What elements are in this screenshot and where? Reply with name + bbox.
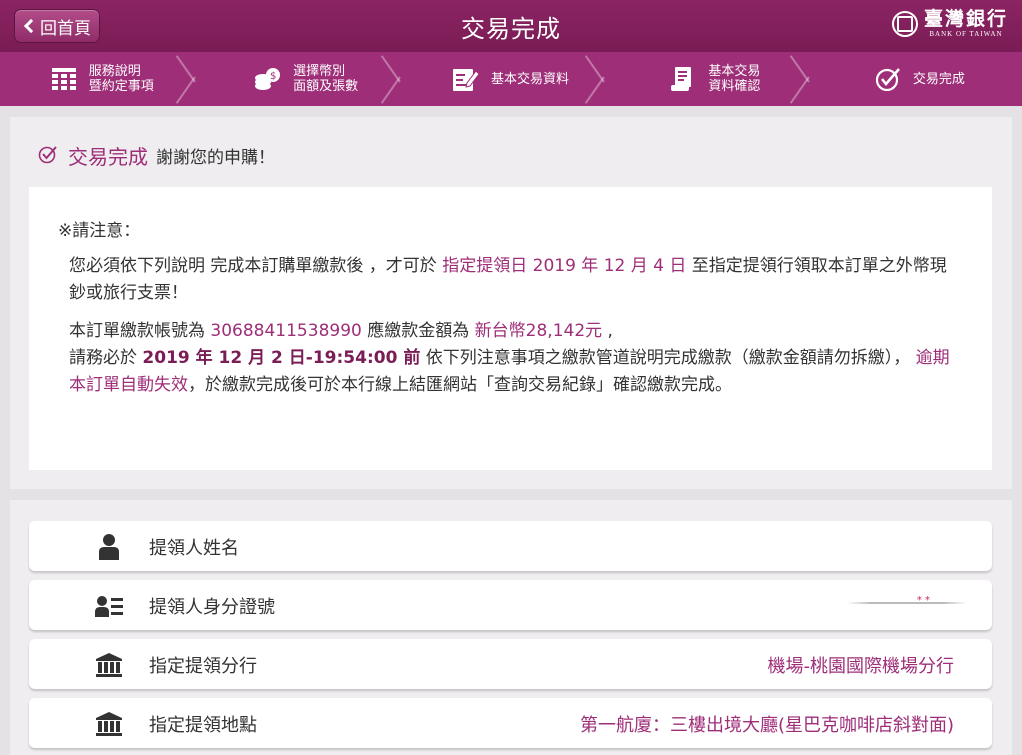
logo-text-cn: 臺灣銀行 <box>923 8 1008 30</box>
step-label-line1: 選擇幣別 <box>293 64 346 79</box>
detail-label: 提領人身分證號 <box>149 597 275 618</box>
page-title: 交易完成 <box>461 15 561 43</box>
svg-text:$: $ <box>270 71 276 82</box>
completion-title: 交易完成 <box>68 145 148 169</box>
step-label-line1: 服務說明 <box>88 64 141 79</box>
step-service-terms: 服務說明 暨約定事項 <box>0 52 204 106</box>
notice-text: , <box>602 321 613 341</box>
id-card-icon <box>95 593 123 619</box>
step-label-line1: 交易完成 <box>912 71 965 87</box>
bank-seal-icon <box>891 11 918 37</box>
notice-text: 應繳款金額為 <box>361 321 475 341</box>
detail-row-id: 提領人身分證號 * * <box>29 580 992 630</box>
progress-steps: 服務說明 暨約定事項 $ 選擇幣別 面額及張數 基本交易資料 基本交易 資料確認… <box>0 52 1022 106</box>
detail-label: 指定提領分行 <box>149 656 257 677</box>
step-select-currency: $ 選擇幣別 面額及張數 <box>204 52 408 106</box>
form-edit-icon <box>453 67 479 91</box>
notice-text: 本訂單繳款帳號為 <box>69 321 211 341</box>
pickup-date: 指定提領日 2019 年 12 月 4 日 <box>442 256 687 276</box>
step-label-line2: 面額及張數 <box>293 79 359 94</box>
step-complete: 交易完成 <box>818 52 1022 106</box>
payment-account: 30688411538990 <box>210 321 362 341</box>
detail-value: 機場-桃園國際機場分行 <box>767 656 955 677</box>
bank-icon <box>95 711 123 737</box>
check-circle-icon <box>38 144 60 168</box>
header-bar: 回首頁 交易完成 臺灣銀行 BANK OF TAIWAN <box>0 0 1022 52</box>
bank-logo: 臺灣銀行 BANK OF TAIWAN <box>891 8 1008 38</box>
detail-row-branch: 指定提領分行 機場-桃園國際機場分行 <box>29 639 992 689</box>
notice-paragraph-payment: 本訂單繳款帳號為 30688411538990 應繳款金額為 新台幣28,142… <box>69 318 959 399</box>
completion-thanks: 謝謝您的申購！ <box>156 148 275 168</box>
masked-marker: * * <box>916 595 930 606</box>
details-panel: 提領人姓名 提領人身分證號 * * 指定提領分行 機場-桃園國際機場分行 指定提… <box>10 500 1012 755</box>
payment-amount: 新台幣28,142元 <box>474 321 603 341</box>
coins-icon: $ <box>255 67 281 91</box>
completion-heading: 交易完成 謝謝您的申購！ <box>38 141 275 170</box>
step-label-line2: 暨約定事項 <box>88 79 154 94</box>
notice-box: ※請注意： 您必須依下列說明 完成本訂購單繳款後 ，才可於 指定提領日 2019… <box>29 187 992 470</box>
step-label-line1: 基本交易 <box>708 64 761 79</box>
step-label-line2: 資料確認 <box>708 79 761 94</box>
notice-text: ，於繳款完成後可於本行線上結匯網站「查詢交易紀錄」確認繳款完成。 <box>188 375 732 395</box>
detail-row-location: 指定提領地點 第一航廈：三樓出境大廳(星巴克咖啡店斜對面) <box>29 698 992 748</box>
payment-deadline: 2019 年 12 月 2 日-19:54:00 前 <box>142 348 421 368</box>
grid-icon <box>51 67 77 91</box>
document-confirm-icon <box>670 67 696 91</box>
detail-label: 提領人姓名 <box>149 538 239 559</box>
check-circle-icon <box>875 67 901 91</box>
person-icon <box>95 534 123 560</box>
notice-text: 您必須依下列說明 完成本訂購單繳款後 ，才可於 <box>69 256 443 276</box>
detail-value: 第一航廈：三樓出境大廳(星巴克咖啡店斜對面) <box>579 715 954 736</box>
bank-icon <box>95 652 123 678</box>
completion-panel: 交易完成 謝謝您的申購！ ※請注意： 您必須依下列說明 完成本訂購單繳款後 ，才… <box>10 117 1012 489</box>
detail-row-name: 提領人姓名 <box>29 521 992 571</box>
detail-label: 指定提領地點 <box>149 715 257 736</box>
logo-text-en: BANK OF TAIWAN <box>929 30 1003 38</box>
masked-value-line <box>847 602 967 604</box>
step-basic-data: 基本交易資料 <box>409 52 613 106</box>
notice-text: 依下列注意事項之繳款管道說明完成繳款（繳款金額請勿拆繳）， <box>420 348 911 368</box>
notice-title: ※請注意： <box>58 221 141 241</box>
notice-text: 請務必於 <box>69 348 143 368</box>
step-data-confirm: 基本交易 資料確認 <box>613 52 817 106</box>
step-label-line1: 基本交易資料 <box>491 71 570 87</box>
notice-paragraph-pickup: 您必須依下列說明 完成本訂購單繳款後 ，才可於 指定提領日 2019 年 12 … <box>69 253 959 307</box>
